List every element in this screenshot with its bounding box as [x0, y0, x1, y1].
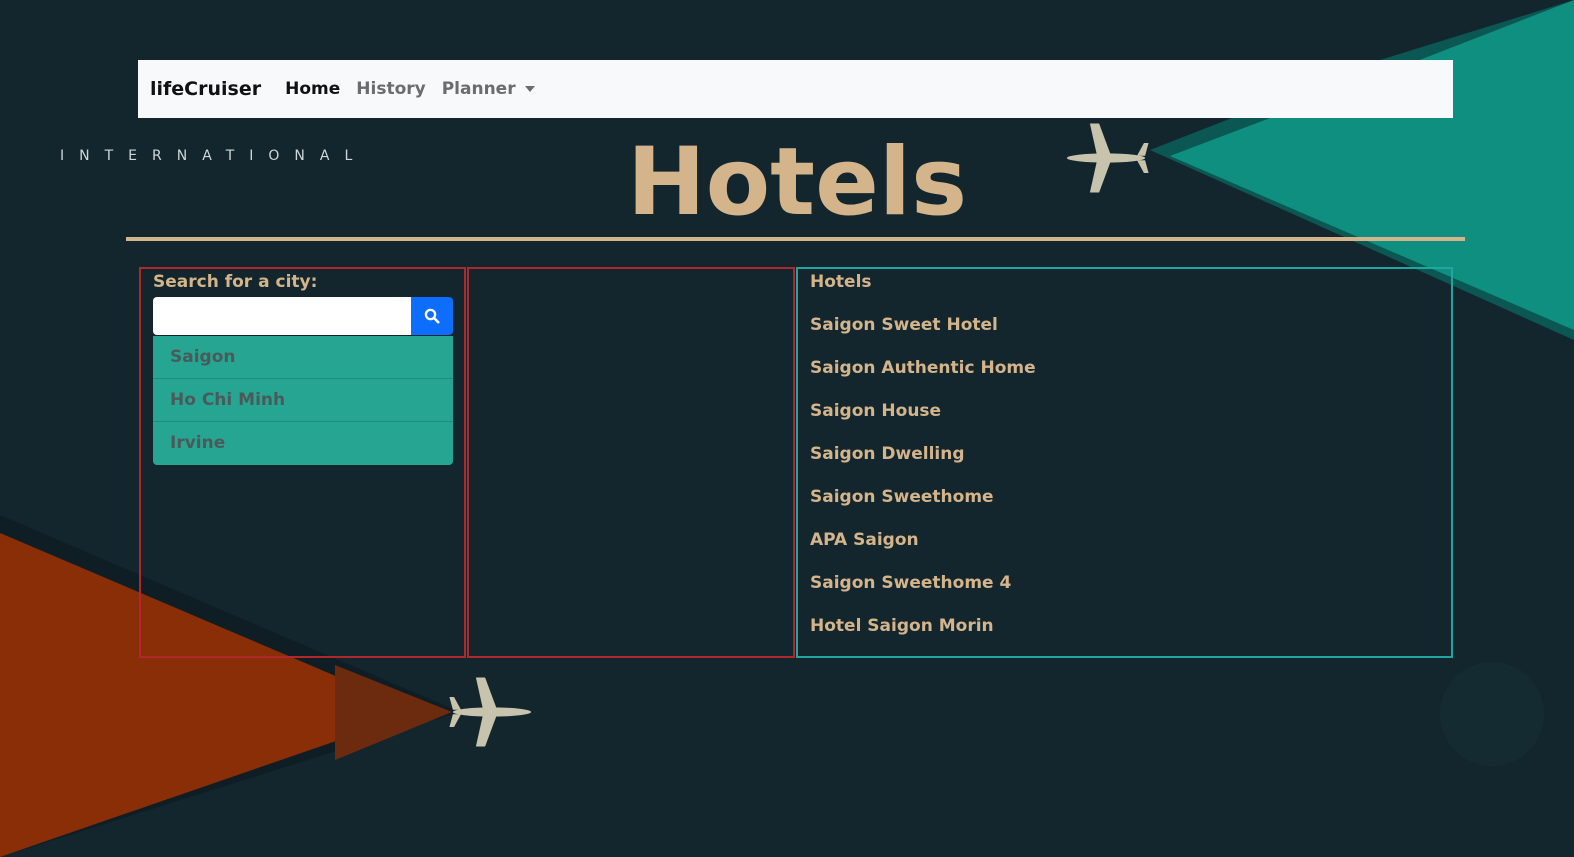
- hotel-item[interactable]: Hotel Saigon Morin: [810, 616, 1036, 659]
- nav-link-home-label: Home: [285, 79, 341, 99]
- search-panel: Search for a city: Saigon Ho Chi Minh Ir…: [139, 267, 466, 658]
- title-divider: [126, 237, 1465, 241]
- hotels-panel: Hotels Saigon Sweet Hotel Saigon Authent…: [796, 267, 1453, 658]
- faint-circle: [1440, 662, 1544, 766]
- search-label: Search for a city:: [153, 272, 318, 292]
- hotel-item[interactable]: APA Saigon: [810, 530, 1036, 573]
- navbar: lifeCruiser Home History Planner: [138, 60, 1453, 118]
- city-suggestions: Saigon Ho Chi Minh Irvine: [153, 336, 453, 465]
- page-title: Hotels: [626, 128, 968, 237]
- nav-link-home[interactable]: Home: [285, 79, 340, 99]
- nav-link-history[interactable]: History: [356, 79, 425, 99]
- suggestion-item[interactable]: Ho Chi Minh: [153, 379, 453, 422]
- hotel-item[interactable]: Saigon House: [810, 401, 1036, 444]
- search-input[interactable]: [153, 297, 411, 335]
- suggestion-item[interactable]: Saigon: [153, 336, 453, 379]
- nav-link-history-label: History: [356, 79, 426, 99]
- nav-link-planner-label: Planner: [441, 79, 516, 99]
- middle-panel: [467, 267, 795, 658]
- orange-trail: [335, 665, 452, 760]
- hotel-item[interactable]: Saigon Authentic Home: [810, 358, 1036, 401]
- hotel-list: Saigon Sweet Hotel Saigon Authentic Home…: [810, 315, 1036, 659]
- hotel-item[interactable]: Saigon Sweethome: [810, 487, 1036, 530]
- hotel-item[interactable]: Saigon Sweet Hotel: [810, 315, 1036, 358]
- airplane-bottom-icon: [449, 677, 532, 747]
- suggestion-item[interactable]: Irvine: [153, 422, 453, 465]
- brand-logo[interactable]: lifeCruiser: [150, 78, 261, 100]
- search-button[interactable]: [411, 297, 453, 335]
- hotel-item[interactable]: Saigon Sweethome 4: [810, 573, 1036, 616]
- nav-link-planner-dropdown[interactable]: Planner: [442, 79, 535, 99]
- search-icon: [424, 308, 440, 324]
- hotel-item[interactable]: Saigon Dwelling: [810, 444, 1036, 487]
- hotels-heading: Hotels: [810, 272, 872, 292]
- caret-down-icon: [524, 86, 535, 92]
